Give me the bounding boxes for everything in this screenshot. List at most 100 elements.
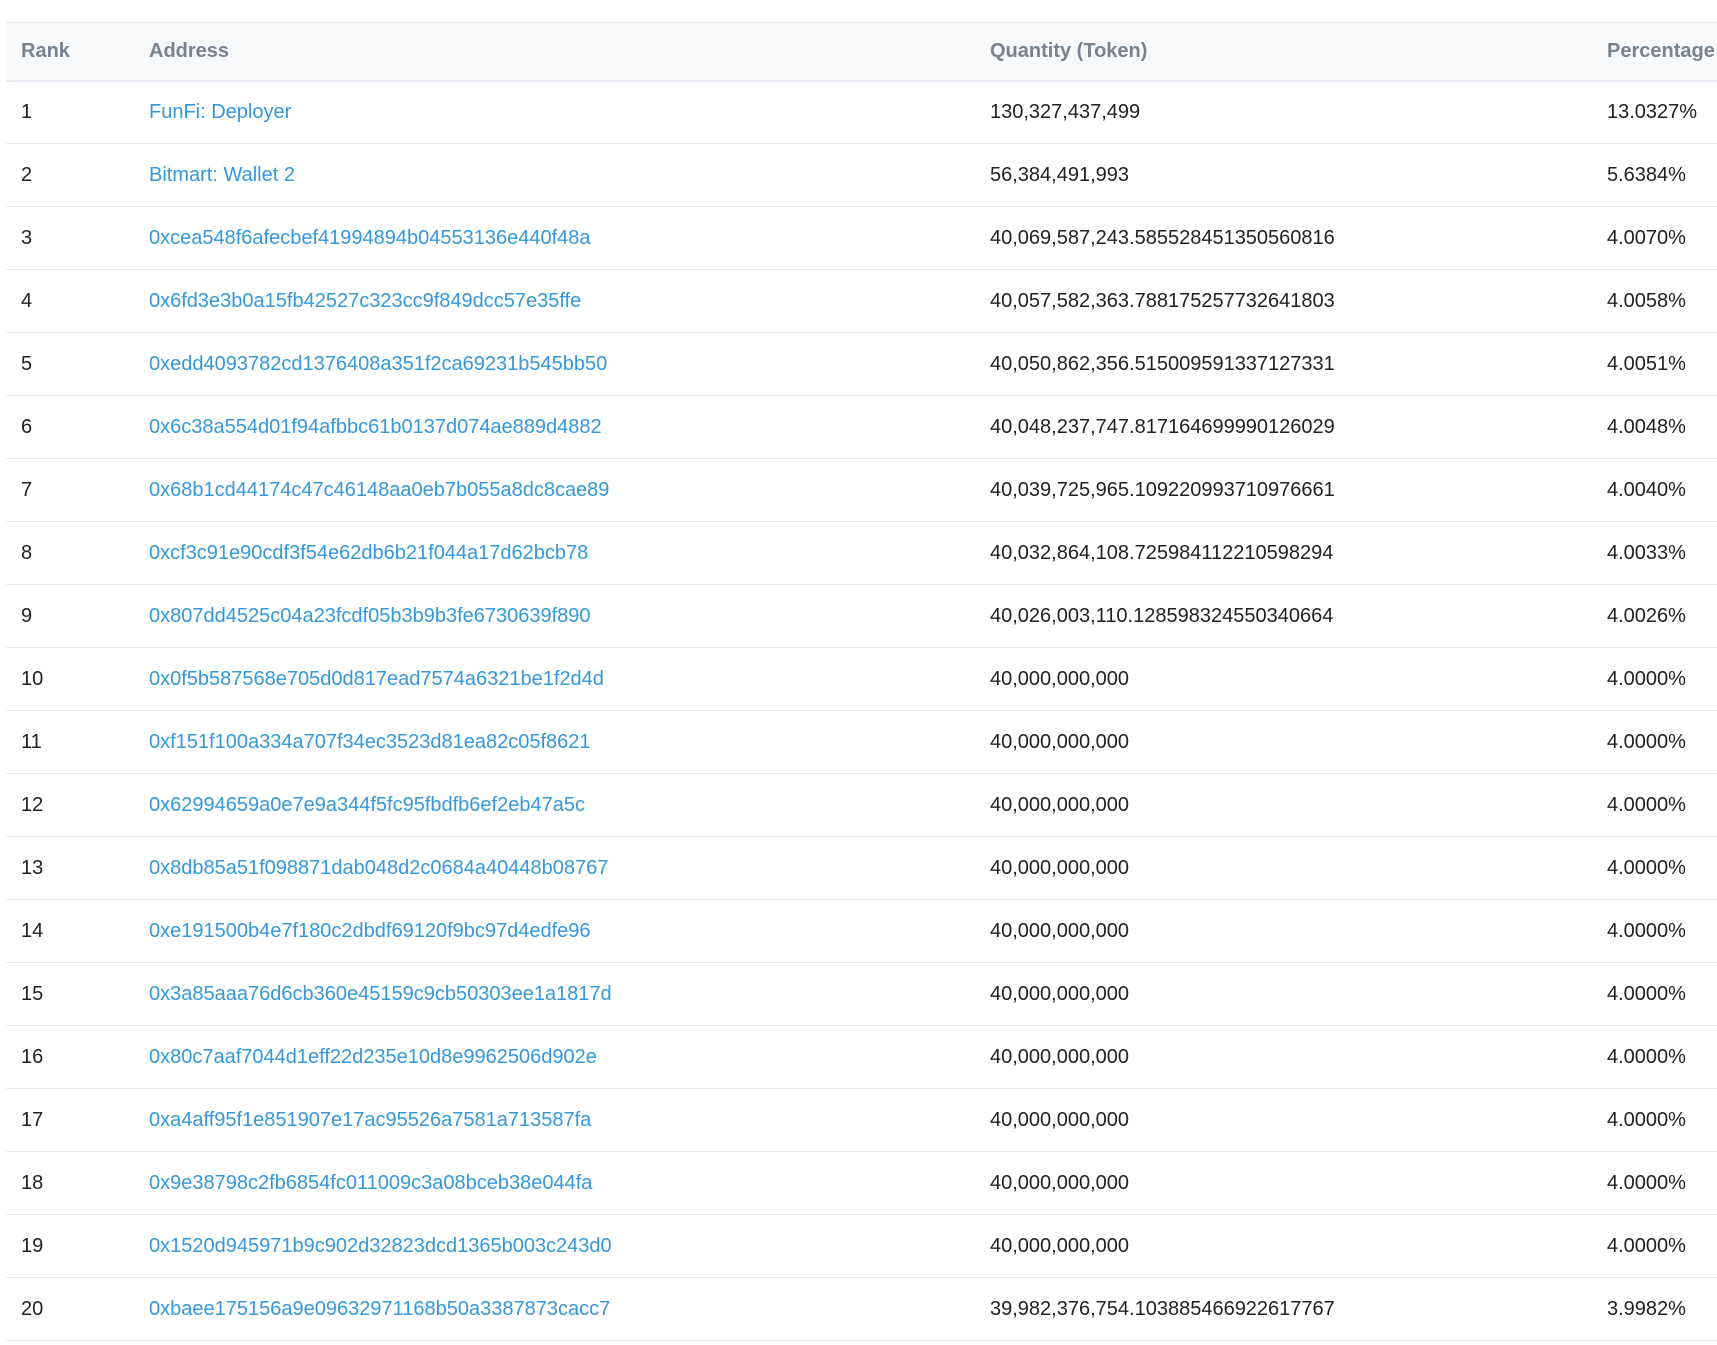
address-cell: 0x6c38a554d01f94afbbc61b0137d074ae889d48… [149,396,990,459]
quantity-cell: 130,327,437,499 [990,100,1141,123]
address-cell: 0xe191500b4e7f180c2dbdf69120f9bc97d4edfe… [149,900,990,963]
table-row: 2 Bitmart: Wallet 2 56,384,491,993 5.6384% [6,144,1717,207]
table-row: 4 0x6fd3e3b0a15fb42527c323cc9f849dcc57e35… [6,270,1717,333]
address-cell: 0x8db85a51f098871dab048d2c0684a40448b087… [149,837,990,900]
table-row: 6 0x6c38a554d01f94afbbc61b0137d074ae889d4… [6,396,1717,459]
table-row: 15 0x3a85aaa76d6cb360e45159c9cb50303ee1a1… [6,963,1717,1026]
quantity-cell: 40,000,000,000 [990,1234,1130,1257]
percentage-cell: 4.0000% [1607,919,1686,942]
address-cell: 0x6fd3e3b0a15fb42527c323cc9f849dcc57e35f… [149,270,990,333]
rank-cell: 12 [21,793,44,816]
address-cell: FunFi: Deployer [149,81,990,144]
rank-cell: 9 [21,604,33,627]
address-cell: Bitmart: Wallet 2 [149,144,990,207]
holder-address-link[interactable]: 0x8db85a51f098871dab048d2c0684a40448b087… [149,857,608,879]
holder-address-link[interactable]: 0xa4aff95f1e851907e17ac95526a7581a713587… [149,1109,591,1131]
percentage-cell: 4.0051% [1607,352,1686,375]
holder-address-link[interactable]: 0x80c7aaf7044d1eff22d235e10d8e9962506d90… [149,1046,597,1068]
percentage-cell: 4.0000% [1607,856,1686,879]
percentage-cell: 4.0000% [1607,667,1686,690]
percentage-cell: 4.0000% [1607,793,1686,816]
table-header-row: Rank Address Quantity (Token) Percentage [6,22,1717,82]
address-cell: 0xcf3c91e90cdf3f54e62db6b21f044a17d62bcb… [149,522,990,585]
quantity-cell: 40,000,000,000 [990,1171,1130,1194]
token-holders-table: Rank Address Quantity (Token) Percentage… [6,22,1717,1341]
holder-address-link[interactable]: 0x3a85aaa76d6cb360e45159c9cb50303ee1a181… [149,983,612,1005]
quantity-cell: 40,000,000,000 [990,793,1130,816]
quantity-cell: 40,000,000,000 [990,1108,1130,1131]
quantity-cell: 40,039,725,965.109220993710976661 [990,478,1335,501]
holder-address-link[interactable]: 0x68b1cd44174c47c46148aa0eb7b055a8dc8cae… [149,479,609,501]
table-row: 12 0x62994659a0e7e9a344f5fc95fbdfb6ef2eb4… [6,774,1717,837]
quantity-cell: 40,050,862,356.515009591337127331 [990,352,1335,375]
percentage-cell: 4.0033% [1607,541,1686,564]
percentage-cell: 4.0000% [1607,1234,1686,1257]
holder-address-link[interactable]: 0x1520d945971b9c902d32823dcd1365b003c243… [149,1235,612,1257]
address-cell: 0x3a85aaa76d6cb360e45159c9cb50303ee1a181… [149,963,990,1026]
table-body: 1 FunFi: Deployer 130,327,437,499 13.0327% 2… [6,81,1717,1341]
quantity-cell: 40,000,000,000 [990,730,1130,753]
holder-address-link[interactable]: 0xe191500b4e7f180c2dbdf69120f9bc97d4edfe… [149,920,591,942]
holder-address-link[interactable]: 0xcf3c91e90cdf3f54e62db6b21f044a17d62bcb… [149,542,588,564]
percentage-cell: 4.0000% [1607,1108,1686,1131]
address-cell: 0xbaee175156a9e09632971168b50a3387873cac… [149,1278,990,1341]
holder-address-link[interactable]: Bitmart: Wallet 2 [149,164,295,186]
table-row: 19 0x1520d945971b9c902d32823dcd1365b003c2… [6,1215,1717,1278]
address-cell: 0xcea548f6afecbef41994894b04553136e440f4… [149,207,990,270]
table-row: 1 FunFi: Deployer 130,327,437,499 13.0327% [6,81,1717,144]
table-row: 8 0xcf3c91e90cdf3f54e62db6b21f044a17d62bc… [6,522,1717,585]
table-header: Rank Address Quantity (Token) Percentage [6,22,1717,82]
rank-cell: 8 [21,541,33,564]
holder-address-link[interactable]: 0x9e38798c2fb6854fc011009c3a08bceb38e044… [149,1172,592,1194]
percentage-cell: 4.0058% [1607,289,1686,312]
rank-cell: 3 [21,226,33,249]
percentage-cell: 4.0000% [1607,1045,1686,1068]
rank-cell: 16 [21,1045,44,1068]
rank-cell: 4 [21,289,33,312]
holder-address-link[interactable]: 0x0f5b587568e705d0d817ead7574a6321be1f2d… [149,668,604,690]
table-row: 11 0xf151f100a334a707f34ec3523d81ea82c05f… [6,711,1717,774]
address-column-header: Address [149,22,990,82]
table-row: 17 0xa4aff95f1e851907e17ac95526a7581a7135… [6,1089,1717,1152]
rank-cell: 20 [21,1297,44,1320]
table-row: 5 0xedd4093782cd1376408a351f2ca69231b545b… [6,333,1717,396]
holder-address-link[interactable]: 0xedd4093782cd1376408a351f2ca69231b545bb… [149,353,607,375]
percentage-cell: 3.9982% [1607,1297,1686,1320]
holder-address-link[interactable]: 0x62994659a0e7e9a344f5fc95fbdfb6ef2eb47a… [149,794,585,816]
rank-cell: 1 [21,100,33,123]
quantity-cell: 40,000,000,000 [990,856,1130,879]
quantity-cell: 40,000,000,000 [990,919,1130,942]
holder-address-link[interactable]: FunFi: Deployer [149,101,291,123]
address-cell: 0xf151f100a334a707f34ec3523d81ea82c05f86… [149,711,990,774]
holder-address-link[interactable]: 0xf151f100a334a707f34ec3523d81ea82c05f86… [149,731,591,753]
table-row: 16 0x80c7aaf7044d1eff22d235e10d8e9962506d… [6,1026,1717,1089]
holder-address-link[interactable]: 0xcea548f6afecbef41994894b04553136e440f4… [149,227,591,249]
quantity-cell: 40,048,237,747.817164699990126029 [990,415,1335,438]
holder-address-link[interactable]: 0x6c38a554d01f94afbbc61b0137d074ae889d48… [149,416,602,438]
table-row: 9 0x807dd4525c04a23fcdf05b3b9b3fe6730639f… [6,585,1717,648]
quantity-column-header: Quantity (Token) [990,22,1607,82]
rank-cell: 6 [21,415,33,438]
percentage-cell: 4.0048% [1607,415,1686,438]
holder-address-link[interactable]: 0xbaee175156a9e09632971168b50a3387873cac… [149,1298,610,1320]
holder-address-link[interactable]: 0x6fd3e3b0a15fb42527c323cc9f849dcc57e35f… [149,290,581,312]
rank-cell: 10 [21,667,44,690]
holder-address-link[interactable]: 0x807dd4525c04a23fcdf05b3b9b3fe6730639f8… [149,605,591,627]
quantity-cell: 39,982,376,754.103885466922617767 [990,1297,1335,1320]
quantity-cell: 40,032,864,108.725984112210598294 [990,541,1334,564]
address-cell: 0x62994659a0e7e9a344f5fc95fbdfb6ef2eb47a… [149,774,990,837]
rank-cell: 17 [21,1108,44,1131]
percentage-cell: 4.0040% [1607,478,1686,501]
address-cell: 0x0f5b587568e705d0d817ead7574a6321be1f2d… [149,648,990,711]
rank-cell: 14 [21,919,44,942]
address-cell: 0x80c7aaf7044d1eff22d235e10d8e9962506d90… [149,1026,990,1089]
percentage-cell: 4.0000% [1607,730,1686,753]
quantity-cell: 40,000,000,000 [990,1045,1130,1068]
table-row: 18 0x9e38798c2fb6854fc011009c3a08bceb38e0… [6,1152,1717,1215]
percentage-cell: 13.0327% [1607,100,1698,123]
percentage-cell: 4.0026% [1607,604,1686,627]
quantity-cell: 56,384,491,993 [990,163,1130,186]
rank-cell: 11 [21,730,42,753]
rank-cell: 13 [21,856,44,879]
percentage-column-header: Percentage [1607,22,1717,82]
